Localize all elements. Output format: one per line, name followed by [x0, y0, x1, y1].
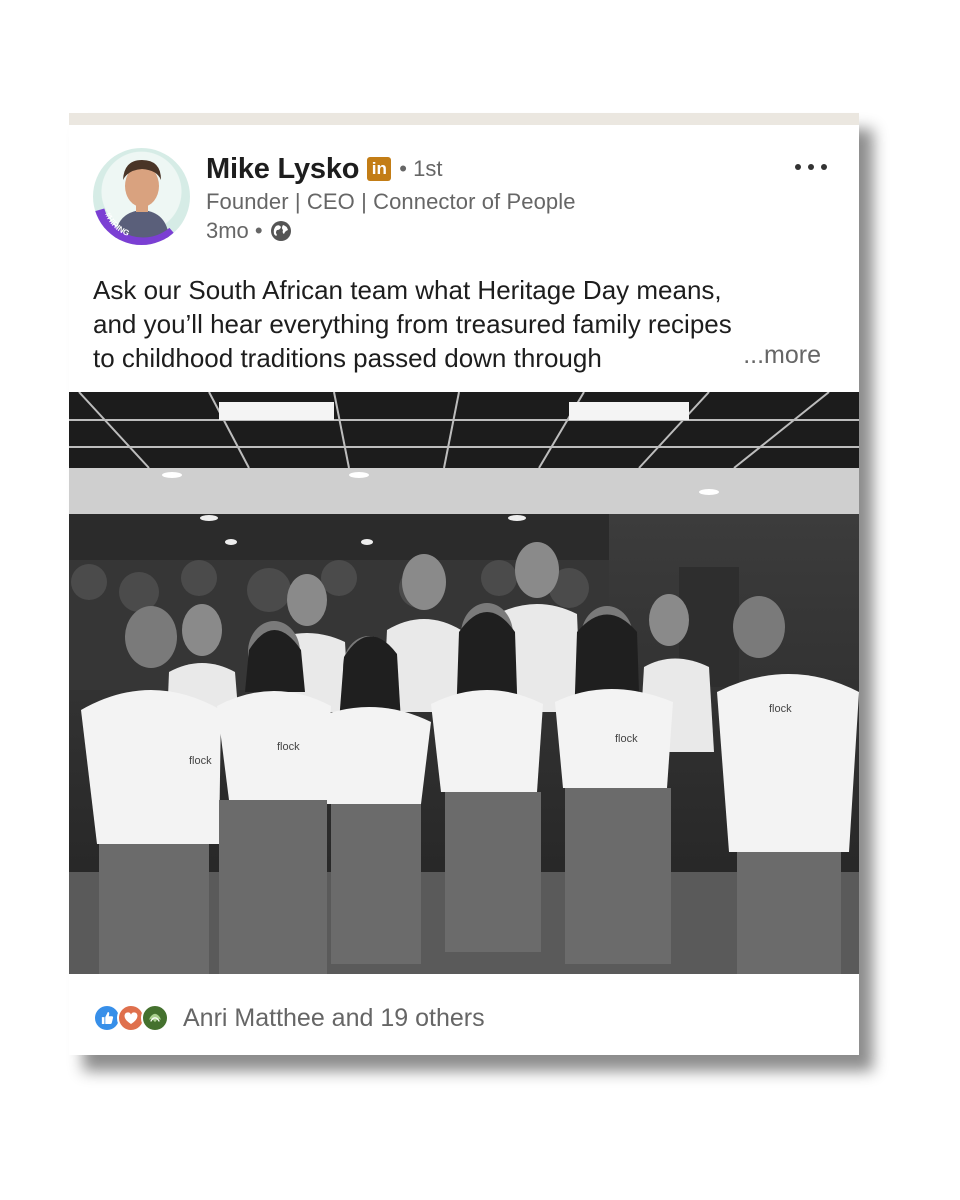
post-time: 3mo • [206, 218, 263, 243]
more-dot [808, 164, 814, 170]
shirt-logo: flock [277, 741, 300, 753]
shirt-logo: flock [615, 733, 638, 745]
linkedin-premium-icon: in [367, 157, 392, 181]
post-meta: 3mo • [206, 218, 292, 244]
more-dot [821, 164, 827, 170]
author-name[interactable]: Mike Lysko [206, 153, 359, 186]
post-text-line: and you’ll hear everything from treasure… [93, 309, 732, 339]
post-card: #HIRING Mike Lysko in • 1st Founder | CE… [69, 113, 859, 1055]
author-name-row: Mike Lysko in • 1st [206, 151, 442, 187]
hiring-frame: #HIRING [93, 208, 177, 245]
reactions-summary[interactable]: Anri Matthee and 19 others [93, 1001, 485, 1035]
see-more-link[interactable]: ...more [743, 341, 821, 370]
shirt-logo: flock [189, 755, 212, 767]
author-avatar[interactable]: #HIRING [93, 148, 190, 245]
globe-icon [270, 221, 291, 241]
support-icon [141, 1004, 169, 1032]
card-top-strip [69, 113, 859, 125]
shirt-logo: flock [769, 703, 792, 715]
post-body: Ask our South African team what Heritage… [93, 273, 833, 375]
author-headline: Founder | CEO | Connector of People [206, 189, 576, 214]
post-options-button[interactable] [795, 157, 827, 177]
more-dot [795, 164, 801, 170]
team-photo: flock flock flock flock [69, 392, 859, 974]
reaction-count-text: Anri Matthee and 19 others [183, 1003, 485, 1032]
post-text-line: to childhood traditions passed down thro… [93, 343, 602, 373]
connection-degree: • 1st [399, 156, 443, 181]
post-image[interactable]: flock flock flock flock [69, 392, 859, 974]
reaction-icons [93, 1003, 175, 1033]
post-text-line: Ask our South African team what Heritage… [93, 275, 722, 305]
